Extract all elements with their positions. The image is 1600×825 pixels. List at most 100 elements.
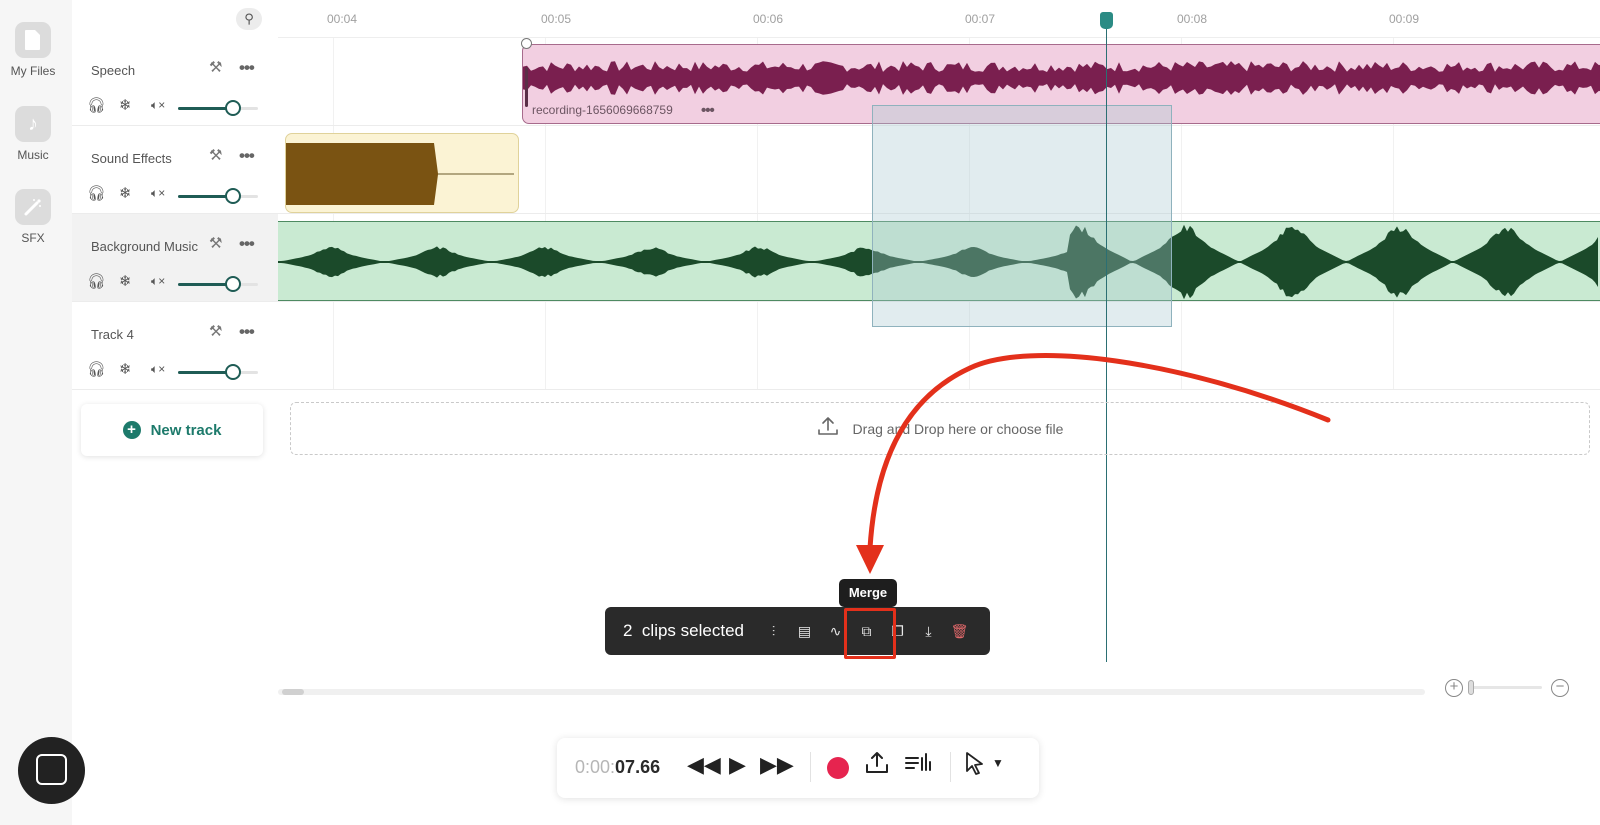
headphones-icon[interactable]: 🎧︎ [87, 184, 106, 202]
snowflake-icon[interactable]: ❄ [119, 272, 132, 290]
mute-icon[interactable]: 🔈︎× [151, 274, 165, 289]
zoom-knob[interactable] [1468, 680, 1474, 695]
more-options-icon[interactable]: ••• [239, 234, 255, 254]
volume-slider[interactable] [178, 100, 258, 116]
sfx-waveform [286, 143, 514, 205]
clip-more-options-icon[interactable]: ••• [701, 102, 715, 119]
clip-name: recording-1656069668759 [532, 103, 673, 117]
mixer-icon[interactable] [904, 750, 932, 782]
scrollbar-thumb[interactable] [282, 689, 304, 695]
plus-icon: + [122, 421, 141, 439]
more-options-icon[interactable]: ••• [239, 322, 255, 342]
track-header-background-music[interactable]: Background Music ⚒ ••• 🎧︎ ❄ 🔈︎× [72, 214, 278, 302]
volume-slider[interactable] [178, 364, 258, 380]
transport-divider [950, 752, 951, 782]
zoom-slider[interactable] [1468, 680, 1542, 695]
magic-wand-icon[interactable]: ⚒ [209, 322, 222, 340]
time-display: 0:00:07.66 [575, 757, 660, 778]
volume-knob[interactable] [225, 364, 241, 380]
split-icon[interactable]: ⫶ [758, 623, 789, 640]
track-name: Track 4 [91, 327, 134, 342]
zoom-out-icon[interactable]: − [1551, 679, 1569, 697]
volume-knob[interactable] [225, 276, 241, 292]
chevron-down-icon[interactable]: ▼ [992, 756, 1004, 770]
volume-knob[interactable] [225, 100, 241, 116]
snap-marker-icon[interactable]: ⚲ [236, 8, 262, 30]
timeline-canvas[interactable]: recording-1656069668759 ••• [278, 38, 1600, 390]
mute-icon[interactable]: 🔈︎× [151, 98, 165, 113]
mute-icon[interactable]: 🔈︎× [151, 362, 165, 377]
sidebar-item-my-files[interactable]: My Files [0, 22, 66, 78]
transport-bar: 0:00:07.66 ◀◀ ▶ ▶▶ ▼ [557, 738, 1039, 798]
sidebar-item-sfx[interactable]: SFX [0, 189, 66, 245]
file-icon [15, 22, 51, 58]
merge-tooltip: Merge [839, 579, 897, 607]
left-rail: My Files ♪ Music SFX [0, 0, 72, 825]
download-icon[interactable]: ⤓ [913, 623, 944, 640]
headphones-icon[interactable]: 🎧︎ [87, 96, 106, 114]
transport-divider [810, 752, 811, 782]
sidebar-item-label: SFX [21, 231, 45, 245]
annotation-arrowhead [856, 545, 884, 574]
grid-line [333, 38, 334, 390]
new-track-button[interactable]: + New track [81, 404, 263, 456]
sidebar-item-label: My Files [10, 64, 56, 78]
dropzone-label: Drag and Drop here or choose file [852, 420, 1064, 437]
track-header-track-4[interactable]: Track 4 ⚒ ••• 🎧︎ ❄ 🔈︎× [72, 302, 278, 390]
magic-wand-icon[interactable]: ⚒ [209, 146, 222, 164]
upload-icon [817, 416, 839, 441]
volume-knob[interactable] [225, 188, 241, 204]
merge-highlight-box [844, 608, 896, 659]
time-display-hours: 0:00: [575, 757, 616, 777]
track-header-sound-effects[interactable]: Sound Effects ⚒ ••• 🎧︎ ❄ 🔈︎× [72, 126, 278, 214]
horizontal-scrollbar[interactable] [278, 689, 1425, 695]
selection-toolbar: 2 clips selected ⫶ ▤ ∿ ⧉ ❐ ⤓ 🗑︎ [605, 607, 990, 655]
track-header-speech[interactable]: Speech ⚒ ••• 🎧︎ ❄ 🔈︎× [72, 38, 278, 126]
track-name: Background Music [91, 239, 198, 254]
chat-icon [36, 754, 67, 785]
more-options-icon[interactable]: ••• [239, 58, 255, 78]
selection-rectangle [872, 105, 1172, 327]
export-upload-icon[interactable] [864, 750, 890, 782]
snowflake-icon[interactable]: ❄ [119, 360, 132, 378]
clip-trim-handle[interactable] [525, 67, 528, 107]
trash-icon[interactable]: 🗑︎ [944, 623, 975, 640]
mute-icon[interactable]: 🔈︎× [151, 186, 165, 201]
audio-editor: My Files ♪ Music SFX ⚲ 00:04 00:05 00:06… [0, 0, 1600, 825]
magic-wand-icon[interactable]: ⚒ [209, 58, 222, 76]
headphones-icon[interactable]: 🎧︎ [87, 360, 106, 378]
magic-wand-icon[interactable]: ⚒ [209, 234, 222, 252]
chat-support-button[interactable] [18, 737, 85, 804]
fast-forward-icon[interactable]: ▶▶ [760, 752, 794, 778]
ruler-tick-label: 00:08 [1177, 12, 1208, 26]
time-display-seconds: 07.66 [615, 757, 661, 777]
selection-count-label: clips selected [641, 621, 744, 640]
clip-sound-effect[interactable] [285, 133, 519, 213]
volume-slider[interactable] [178, 276, 258, 292]
timeline-ruler[interactable]: 00:04 00:05 00:06 00:07 00:08 00:09 [278, 0, 1600, 38]
zoom-in-icon[interactable]: + [1445, 679, 1463, 697]
lane-divider [278, 389, 1600, 390]
cursor-tool-icon[interactable] [964, 751, 986, 783]
playhead-handle[interactable] [1100, 12, 1113, 29]
selection-count-number: 2 [623, 621, 633, 640]
record-button[interactable] [827, 757, 849, 779]
more-options-icon[interactable]: ••• [239, 146, 255, 166]
track-name: Sound Effects [91, 151, 172, 166]
snowflake-icon[interactable]: ❄ [119, 96, 132, 114]
selection-count: 2 clips selected [623, 621, 744, 641]
track-name: Speech [91, 63, 136, 78]
playhead-line [1106, 22, 1107, 662]
volume-slider[interactable] [178, 188, 258, 204]
headphones-icon[interactable]: 🎧︎ [87, 272, 106, 290]
play-icon[interactable]: ▶ [729, 752, 746, 778]
sidebar-item-music[interactable]: ♪ Music [0, 106, 66, 162]
rewind-icon[interactable]: ◀◀ [687, 752, 721, 778]
clip-start-marker[interactable] [521, 38, 532, 49]
file-dropzone[interactable]: Drag and Drop here or choose file [290, 402, 1590, 455]
snowflake-icon[interactable]: ❄ [119, 184, 132, 202]
normalize-icon[interactable]: ▤ [789, 623, 820, 640]
new-track-label: New track [150, 421, 222, 439]
ruler-tick-label: 00:04 [327, 12, 358, 26]
ruler-tick-label: 00:07 [965, 12, 996, 26]
